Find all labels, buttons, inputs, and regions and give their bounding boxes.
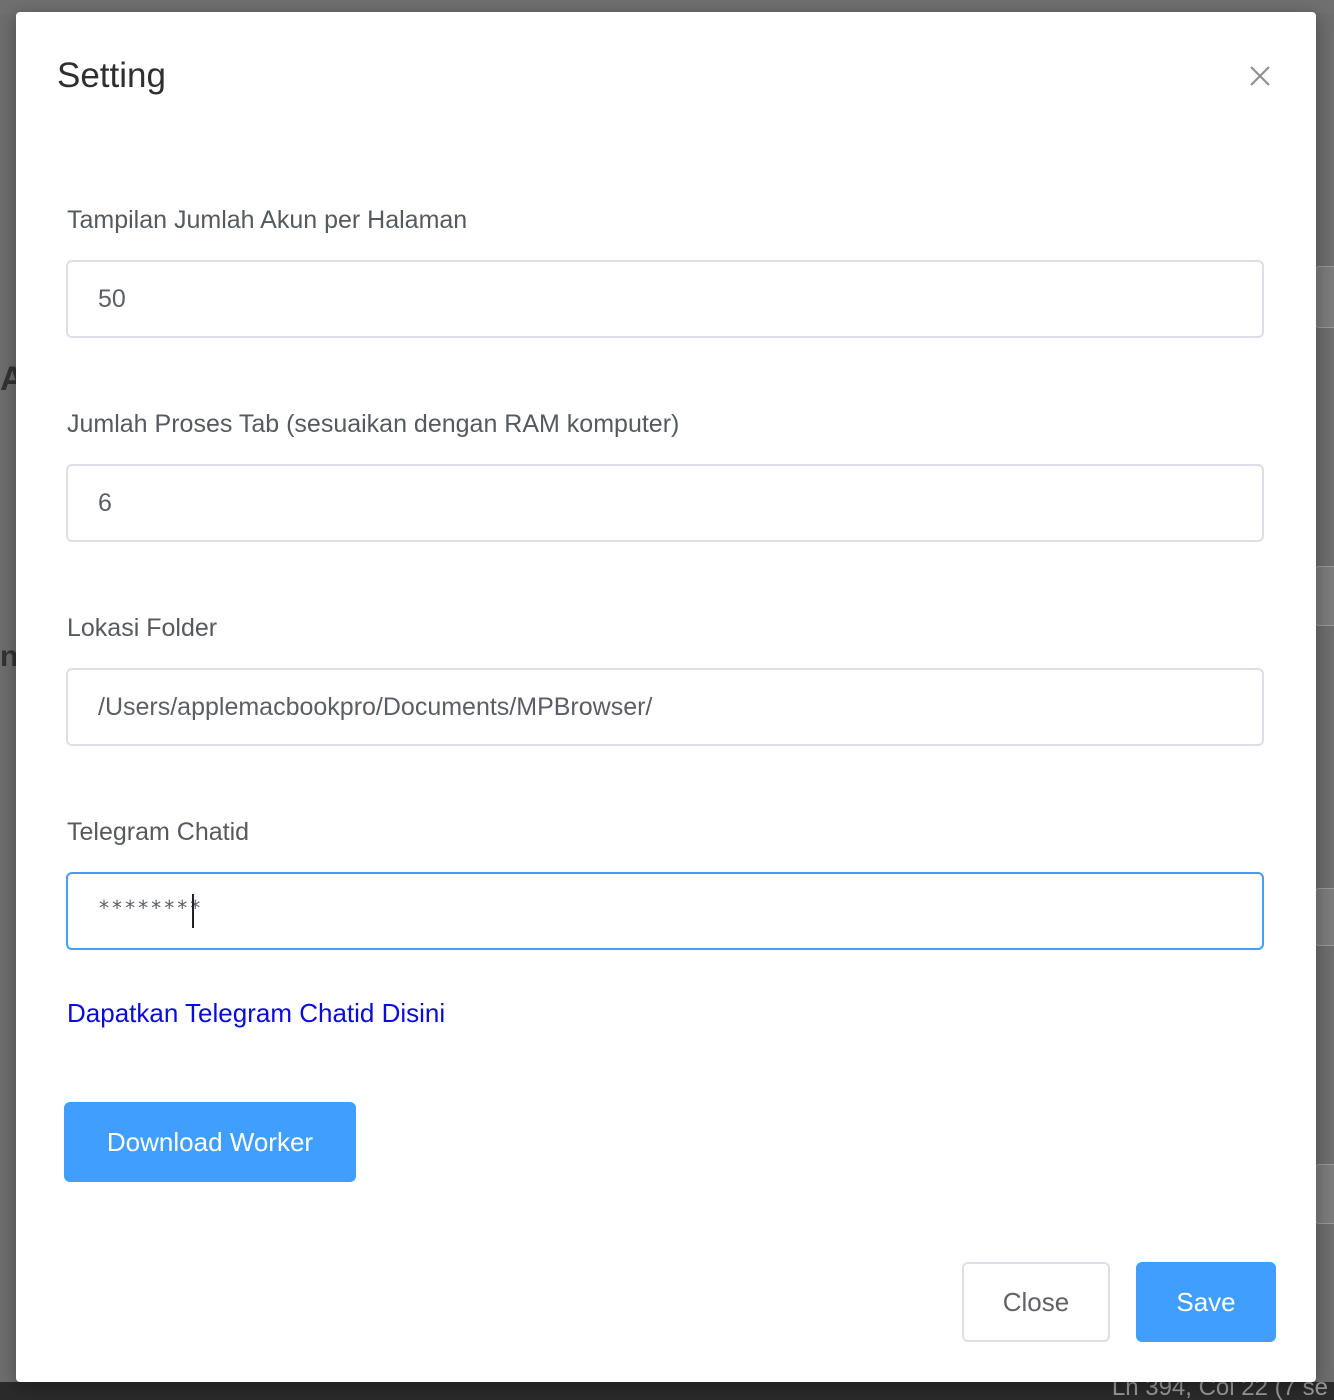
folder-location-input[interactable] [66, 668, 1264, 746]
telegram-chatid-label: Telegram Chatid [67, 818, 250, 846]
background-input-fragment [1315, 566, 1334, 626]
background-input-fragment [1315, 266, 1334, 328]
accounts-per-page-input[interactable] [66, 260, 1264, 338]
tab-process-count-input[interactable] [66, 464, 1264, 542]
close-button[interactable]: Close [962, 1262, 1110, 1342]
accounts-per-page-label: Tampilan Jumlah Akun per Halaman [67, 206, 468, 234]
folder-location-label: Lokasi Folder [67, 614, 218, 642]
download-worker-button[interactable]: Download Worker [64, 1102, 356, 1182]
save-button[interactable]: Save [1136, 1262, 1276, 1342]
close-icon[interactable] [1244, 60, 1276, 92]
dialog-title: Setting [57, 56, 166, 95]
background-input-fragment [1315, 888, 1334, 946]
telegram-chatid-link[interactable]: Dapatkan Telegram Chatid Disini [67, 998, 445, 1029]
setting-dialog: Setting Tampilan Jumlah Akun per Halaman… [16, 12, 1316, 1382]
text-caret [192, 894, 194, 928]
telegram-chatid-input[interactable] [66, 872, 1264, 950]
background-input-fragment [1315, 1164, 1334, 1224]
tab-process-count-label: Jumlah Proses Tab (sesuaikan dengan RAM … [67, 410, 680, 438]
